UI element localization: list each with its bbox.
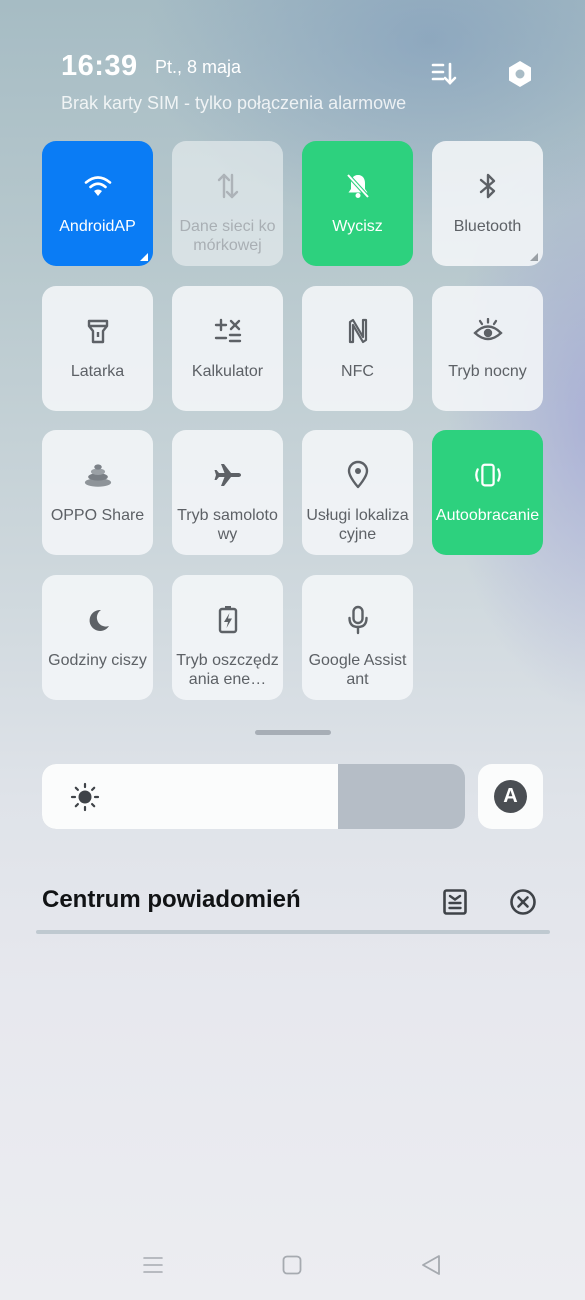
tile-label: Latarka bbox=[70, 363, 125, 380]
back-icon[interactable] bbox=[416, 1250, 446, 1280]
notification-manage-icon[interactable] bbox=[437, 884, 473, 920]
tile-label: Bluetooth bbox=[453, 218, 522, 235]
location-pin-icon bbox=[343, 460, 373, 490]
microphone-icon bbox=[343, 605, 373, 635]
tile-label: NFC bbox=[341, 363, 374, 380]
settings-hexagon-icon[interactable] bbox=[502, 56, 538, 92]
battery-saver-icon bbox=[213, 605, 243, 635]
clock: 16:39 bbox=[61, 50, 138, 82]
home-icon[interactable] bbox=[277, 1250, 307, 1280]
tile-label: Kalkulator bbox=[191, 363, 264, 380]
tile-quiet-hours[interactable]: Godziny ciszy bbox=[42, 575, 153, 700]
auto-rotate-icon bbox=[473, 460, 503, 490]
tile-calculator[interactable]: Kalkulator bbox=[172, 286, 283, 411]
tile-label: Godziny ciszy bbox=[48, 652, 147, 669]
tile-oppo-share[interactable]: OPPO Share bbox=[42, 430, 153, 555]
auto-brightness-button[interactable]: A bbox=[478, 764, 543, 829]
tile-label: Dane sieci komórkowej bbox=[179, 218, 276, 254]
oppo-share-icon bbox=[83, 460, 113, 490]
tile-battery-saver[interactable]: Tryb oszczędzania ene… bbox=[172, 575, 283, 700]
tile-label: Autoobracanie bbox=[435, 507, 540, 524]
bluetooth-icon bbox=[473, 171, 503, 201]
moon-icon bbox=[83, 605, 113, 635]
tile-label: AndroidAP bbox=[59, 218, 136, 235]
tile-label: Google Assistant bbox=[308, 652, 407, 688]
bell-off-icon bbox=[343, 171, 373, 201]
clear-all-icon[interactable] bbox=[505, 884, 541, 920]
drag-handle[interactable] bbox=[255, 730, 331, 735]
tile-auto-rotate[interactable]: Autoobracanie bbox=[432, 430, 543, 555]
tile-flashlight[interactable]: Latarka bbox=[42, 286, 153, 411]
tile-label: Usługi lokalizacyjne bbox=[306, 507, 409, 543]
status-header: 16:39 Pt., 8 maja Brak karty SIM - tylko… bbox=[0, 0, 585, 130]
tile-location[interactable]: Usługi lokalizacyjne bbox=[302, 430, 413, 555]
tile-label: Wycisz bbox=[332, 218, 383, 235]
tile-label: Tryb samolotowy bbox=[177, 507, 278, 543]
tile-airplane[interactable]: Tryb samolotowy bbox=[172, 430, 283, 555]
expand-corner-icon bbox=[140, 253, 148, 261]
expand-corner-icon bbox=[530, 253, 538, 261]
nfc-icon bbox=[343, 316, 373, 346]
sun-icon bbox=[70, 782, 100, 812]
tile-mute[interactable]: Wycisz bbox=[302, 141, 413, 266]
tile-nfc[interactable]: NFC bbox=[302, 286, 413, 411]
tile-wifi[interactable]: AndroidAP bbox=[42, 141, 153, 266]
notification-divider bbox=[36, 930, 550, 934]
mobile-data-icon bbox=[213, 171, 243, 201]
tile-google-assistant[interactable]: Google Assistant bbox=[302, 575, 413, 700]
flashlight-icon bbox=[83, 316, 113, 346]
edit-order-icon[interactable] bbox=[426, 56, 462, 92]
tile-label: Tryb oszczędzania ene… bbox=[176, 652, 279, 688]
tile-night-mode[interactable]: Tryb nocny bbox=[432, 286, 543, 411]
date: Pt., 8 maja bbox=[155, 57, 242, 77]
sim-status: Brak karty SIM - tylko połączenia alarmo… bbox=[61, 93, 407, 113]
notification-center-title: Centrum powiadomień bbox=[42, 886, 301, 913]
tile-label: Tryb nocny bbox=[448, 363, 527, 380]
eye-icon bbox=[472, 316, 503, 346]
auto-brightness-icon: A bbox=[494, 780, 527, 813]
recent-apps-icon[interactable] bbox=[138, 1250, 168, 1280]
brightness-slider[interactable] bbox=[42, 764, 465, 829]
wifi-icon bbox=[83, 171, 113, 201]
calculator-icon bbox=[213, 316, 243, 346]
tile-bluetooth[interactable]: Bluetooth bbox=[432, 141, 543, 266]
tile-label: OPPO Share bbox=[50, 507, 145, 524]
airplane-icon bbox=[213, 460, 243, 490]
tile-mobile-data[interactable]: Dane sieci komórkowej bbox=[172, 141, 283, 266]
